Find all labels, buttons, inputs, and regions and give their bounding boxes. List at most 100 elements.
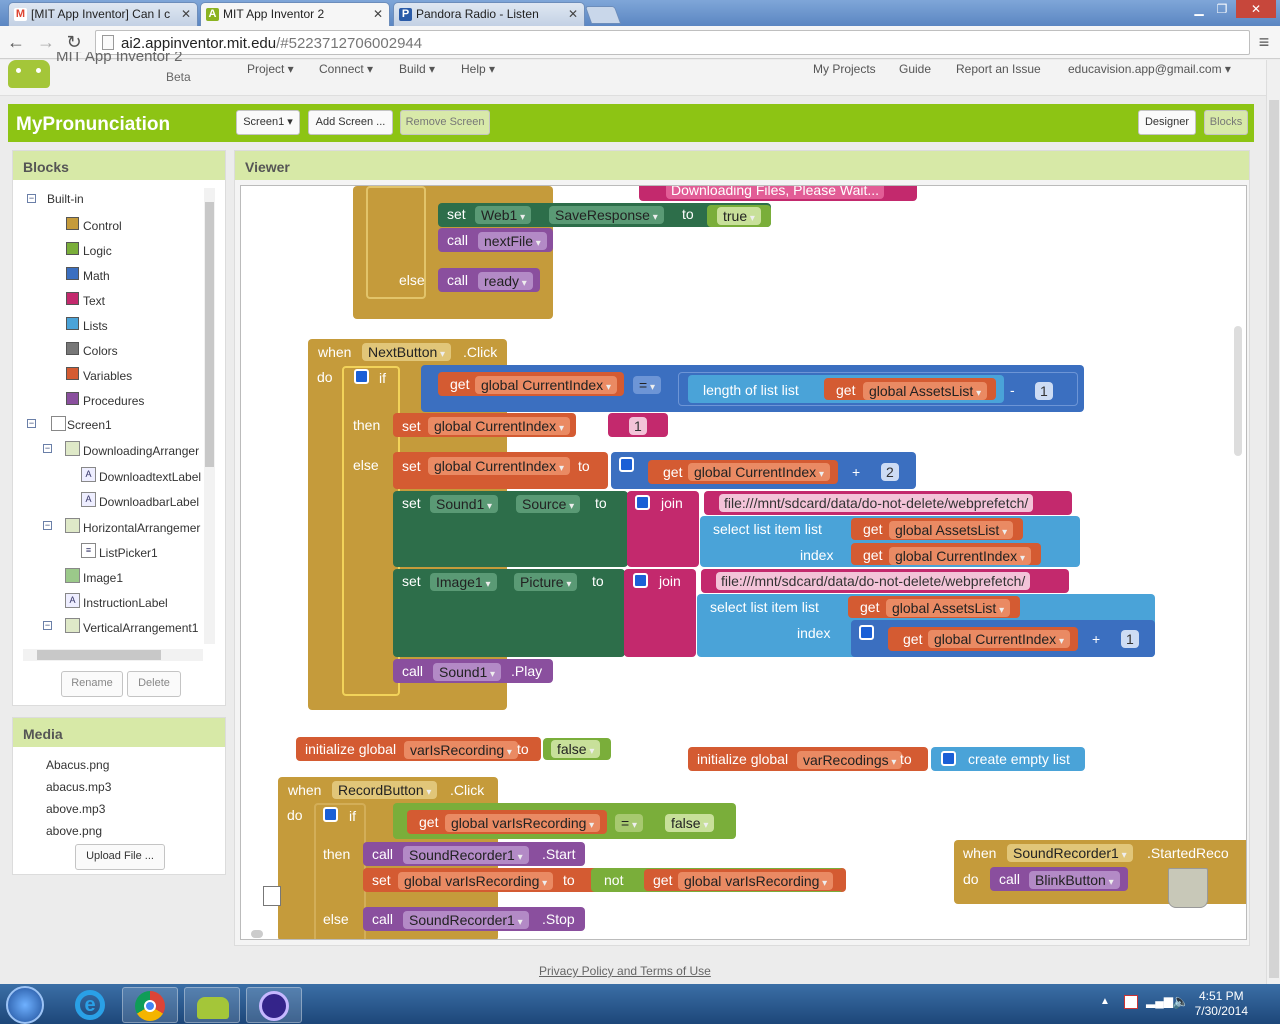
if-block[interactable]: [342, 366, 400, 696]
varrecodings-name[interactable]: varRecodings: [797, 751, 903, 769]
pandora-taskbar-icon[interactable]: [246, 987, 302, 1023]
designer-button[interactable]: Designer: [1138, 110, 1196, 135]
link-guide[interactable]: Guide: [899, 62, 931, 76]
currentindex-dropdown[interactable]: global CurrentIndex: [428, 457, 570, 475]
false-dropdown[interactable]: false: [551, 740, 601, 758]
forward-icon[interactable]: →: [36, 32, 56, 52]
link-my-projects[interactable]: My Projects: [813, 62, 876, 76]
volume-icon[interactable]: 🔈: [1172, 993, 1189, 1010]
tree-horizontal-arrangement[interactable]: HorizontalArrangemer: [83, 521, 203, 535]
set-image1-picture-block[interactable]: [393, 569, 625, 657]
picture-dropdown[interactable]: Picture: [514, 573, 578, 591]
path-text[interactable]: file:///mnt/sdcard/data/do-not-delete/we…: [716, 572, 1031, 590]
collapse-builtin-toggle[interactable]: −: [27, 194, 36, 203]
tree-builtin-variables[interactable]: Variables: [83, 369, 132, 383]
number-two[interactable]: 2: [881, 463, 899, 481]
tree-image1[interactable]: Image1: [83, 571, 123, 585]
currentindex-dropdown[interactable]: global CurrentIndex: [428, 417, 570, 435]
start-button-icon[interactable]: [6, 986, 44, 1024]
tree-builtin-colors[interactable]: Colors: [83, 344, 118, 358]
nextfile-dropdown[interactable]: nextFile: [478, 232, 547, 250]
sound1-dropdown[interactable]: Sound1: [430, 495, 499, 513]
network-icon[interactable]: ▂▄▆: [1146, 994, 1173, 1008]
reload-icon[interactable]: ↻: [64, 32, 84, 52]
equals-dropdown[interactable]: =: [633, 376, 661, 394]
assetslist-dropdown[interactable]: global AssetsList: [889, 521, 1014, 539]
isrecording-dropdown[interactable]: global varIsRecording: [445, 814, 601, 832]
assetslist-dropdown[interactable]: global AssetsList: [886, 599, 1011, 617]
path-text[interactable]: file:///mnt/sdcard/data/do-not-delete/we…: [719, 494, 1034, 512]
tree-builtin-lists[interactable]: Lists: [83, 319, 108, 333]
menu-icon[interactable]: ≡: [1254, 32, 1274, 52]
close-icon[interactable]: ✕: [181, 7, 191, 21]
menu-project[interactable]: Project ▾: [247, 62, 294, 76]
close-icon[interactable]: ✕: [373, 7, 383, 21]
mutator-icon[interactable]: [354, 369, 369, 384]
tree-downloadtext-label[interactable]: DownloadtextLabel: [99, 470, 203, 484]
back-icon[interactable]: ←: [6, 32, 26, 52]
close-icon[interactable]: ✕: [568, 7, 578, 21]
tree-screen1[interactable]: Screen1: [67, 418, 112, 432]
media-file[interactable]: above.mp3: [46, 802, 105, 816]
currentindex-dropdown[interactable]: global CurrentIndex: [889, 547, 1031, 565]
workspace-checkbox[interactable]: [263, 886, 281, 906]
tree-builtin-control[interactable]: Control: [83, 219, 122, 233]
blocks-button[interactable]: Blocks: [1204, 110, 1248, 135]
tree-builtin-procedures[interactable]: Procedures: [83, 394, 144, 408]
maximize-icon[interactable]: ❐: [1208, 0, 1236, 18]
mutator-icon[interactable]: [323, 807, 338, 822]
source-dropdown[interactable]: Source: [516, 495, 581, 513]
show-hidden-icons[interactable]: ▲: [1100, 996, 1110, 1007]
false-dropdown[interactable]: false: [665, 814, 715, 832]
delete-button[interactable]: Delete: [127, 671, 181, 697]
blocks-workspace[interactable]: notice Downloading Files, Please Wait...…: [240, 185, 1247, 940]
isrecording-dropdown[interactable]: global varIsRecording: [398, 872, 554, 890]
remove-screen-button[interactable]: Remove Screen: [400, 110, 490, 135]
isrecording-dropdown[interactable]: global varIsRecording: [678, 872, 834, 890]
privacy-link[interactable]: Privacy Policy and Terms of Use: [539, 964, 711, 978]
number-one[interactable]: 1: [1121, 630, 1139, 648]
image1-dropdown[interactable]: Image1: [430, 573, 497, 591]
menu-connect[interactable]: Connect ▾: [319, 62, 373, 76]
number-one[interactable]: 1: [1035, 382, 1053, 400]
tree-downloading-arranger[interactable]: DownloadingArranger: [83, 444, 203, 458]
recorder-dropdown[interactable]: SoundRecorder1: [403, 846, 529, 864]
account-menu[interactable]: educavision.app@gmail.com ▾: [1068, 62, 1231, 76]
media-file[interactable]: abacus.mp3: [46, 780, 111, 794]
mutator-icon[interactable]: [635, 495, 650, 510]
action-center-icon[interactable]: [1124, 995, 1138, 1009]
collapse-horizontal-toggle[interactable]: −: [43, 521, 52, 530]
blinkbutton-dropdown[interactable]: BlinkButton: [1029, 871, 1120, 889]
rename-button[interactable]: Rename: [61, 671, 123, 697]
saveresponse-dropdown[interactable]: SaveResponse: [549, 206, 664, 224]
system-clock[interactable]: 4:51 PM 7/30/2014: [1195, 989, 1248, 1019]
ready-dropdown[interactable]: ready: [478, 272, 533, 290]
recorder-dropdown[interactable]: SoundRecorder1: [1007, 844, 1133, 862]
tree-vertical-scrollbar[interactable]: [204, 188, 215, 644]
app-inventor-taskbar-icon[interactable]: [184, 987, 240, 1023]
tree-builtin-math[interactable]: Math: [83, 269, 110, 283]
tree-builtin-text[interactable]: Text: [83, 294, 105, 308]
equals-dropdown[interactable]: =: [615, 814, 643, 832]
add-screen-button[interactable]: Add Screen ...: [308, 110, 393, 135]
recordbutton-dropdown[interactable]: RecordButton: [332, 781, 438, 799]
address-bar[interactable]: ai2.appinventor.mit.edu/#522371270600294…: [95, 30, 1250, 55]
tree-instruction-label[interactable]: InstructionLabel: [83, 596, 168, 610]
link-report-issue[interactable]: Report an Issue: [956, 62, 1041, 76]
assetslist-dropdown[interactable]: global AssetsList: [863, 382, 988, 400]
tree-listpicker1[interactable]: ListPicker1: [99, 546, 158, 560]
text-one[interactable]: 1: [629, 417, 647, 435]
new-tab-button[interactable]: [584, 6, 622, 24]
collapse-downloading-toggle[interactable]: −: [43, 444, 52, 453]
media-file[interactable]: above.png: [46, 824, 102, 838]
browser-tab-app-inventor[interactable]: A MIT App Inventor 2 ✕: [200, 2, 390, 27]
true-dropdown[interactable]: true: [717, 207, 761, 225]
tree-downloadbar-label[interactable]: DownloadbarLabel: [99, 495, 203, 509]
trash-icon[interactable]: [1168, 868, 1208, 908]
collapse-screen-toggle[interactable]: −: [27, 419, 36, 428]
varisrecording-name[interactable]: varIsRecording: [404, 741, 518, 759]
screen-select[interactable]: Screen1 ▾: [236, 110, 300, 135]
page-scrollbar[interactable]: [1266, 60, 1280, 984]
upload-file-button[interactable]: Upload File ...: [75, 844, 165, 870]
tree-builtin[interactable]: Built-in: [47, 192, 84, 206]
